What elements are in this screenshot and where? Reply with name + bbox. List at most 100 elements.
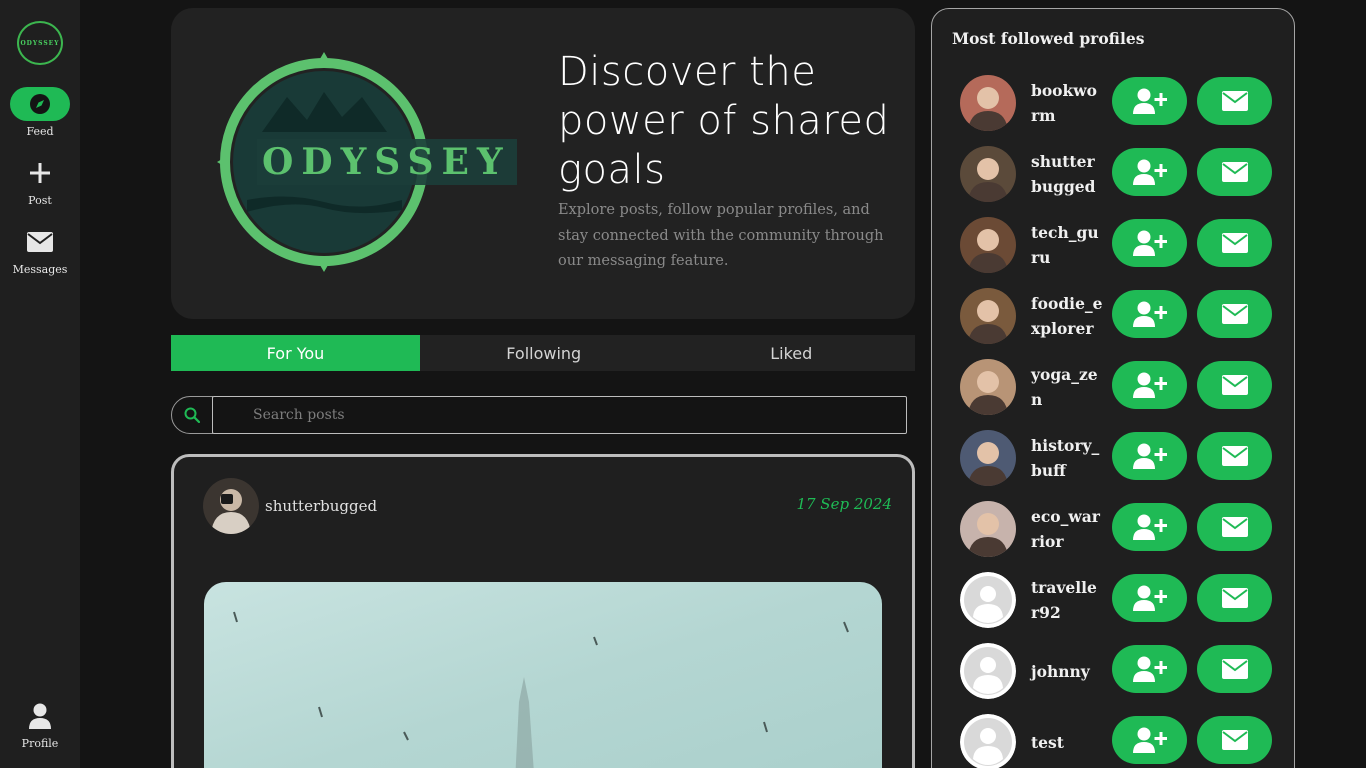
avatar[interactable] [960,75,1016,131]
follow-button[interactable] [1112,290,1187,338]
most-followed-panel: Most followed profiles bookworm shutterbu… [931,8,1295,768]
message-button[interactable] [1197,290,1272,338]
tab-liked[interactable]: Liked [668,335,916,371]
avatar[interactable] [203,478,259,534]
profile-row: traveller92 [960,572,1280,628]
envelope-icon [1221,517,1248,537]
envelope-icon [1221,304,1248,324]
message-button[interactable] [1197,716,1272,764]
follow-button[interactable] [1112,432,1187,480]
message-button[interactable] [1197,645,1272,693]
profile-row: johnny [960,643,1280,699]
message-button[interactable] [1197,148,1272,196]
follow-button[interactable] [1112,503,1187,551]
profile-name[interactable]: foodie_explorer [1031,288,1105,344]
profile-name[interactable]: bookworm [1031,75,1105,131]
profile-name[interactable]: johnny [1031,643,1105,699]
envelope-icon [27,232,53,252]
message-button[interactable] [1197,219,1272,267]
user-plus-icon [1132,727,1167,753]
user-plus-icon [1132,443,1167,469]
sidebar-item-post[interactable]: Post [0,156,80,207]
avatar[interactable] [960,146,1016,202]
profile-name[interactable]: history_buff [1031,430,1105,486]
post-date: 17 Sep 2024 [796,495,892,513]
sidebar-item-label: Messages [12,263,68,276]
user-plus-icon [1132,514,1167,540]
profile-name[interactable]: traveller92 [1031,572,1105,628]
message-button[interactable] [1197,574,1272,622]
sidebar-nav: ODYSSEY Feed Post Messages Profile [0,0,80,768]
envelope-icon [1221,588,1248,608]
envelope-icon [1221,659,1248,679]
profile-name[interactable]: eco_warrior [1031,501,1105,557]
hero-banner: ODYSSEY Discover the power of shared goa… [171,8,915,319]
sidebar-item-label: Post [28,194,52,207]
profile-row: foodie_explorer [960,288,1280,344]
tab-for-you[interactable]: For You [171,335,420,371]
user-plus-icon [1132,159,1167,185]
message-button[interactable] [1197,361,1272,409]
search-input[interactable] [212,396,907,434]
user-plus-icon [1132,372,1167,398]
message-button[interactable] [1197,432,1272,480]
profile-row: bookworm [960,75,1280,131]
message-button[interactable] [1197,77,1272,125]
plus-icon [30,163,50,183]
avatar[interactable] [960,643,1016,699]
user-plus-icon [1132,230,1167,256]
panel-title: Most followed profiles [952,29,1145,48]
post-username[interactable]: shutterbugged [265,497,377,515]
profile-row: tech_guru [960,217,1280,273]
avatar[interactable] [960,430,1016,486]
sidebar-item-feed[interactable]: Feed [0,87,80,138]
profile-row: test [960,714,1280,768]
sidebar-item-label: Profile [21,737,59,750]
avatar[interactable] [960,714,1016,768]
profile-name[interactable]: test [1031,714,1105,768]
message-button[interactable] [1197,503,1272,551]
profile-row: yoga_zen [960,359,1280,415]
envelope-icon [1221,375,1248,395]
hero-title: Discover the power of shared goals [558,49,890,193]
sidebar-item-profile[interactable]: Profile [0,699,80,750]
envelope-icon [1221,91,1248,111]
avatar[interactable] [960,217,1016,273]
envelope-icon [1221,162,1248,182]
follow-button[interactable] [1112,219,1187,267]
envelope-icon [1221,446,1248,466]
follow-button[interactable] [1112,716,1187,764]
follow-button[interactable] [1112,361,1187,409]
profile-name[interactable]: yoga_zen [1031,359,1105,415]
profile-row: eco_warrior [960,501,1280,557]
sidebar-item-label: Feed [26,125,54,138]
user-plus-icon [1132,301,1167,327]
odyssey-logo: ODYSSEY [217,52,517,272]
logo-text: ODYSSEY [20,39,60,47]
envelope-icon [1221,233,1248,253]
follow-button[interactable] [1112,574,1187,622]
search-icon [184,407,200,423]
follow-button[interactable] [1112,645,1187,693]
user-icon [29,703,51,729]
profile-name[interactable]: shutterbugged [1031,146,1105,202]
post-card[interactable]: shutterbugged 17 Sep 2024 [171,454,915,768]
sidebar-item-messages[interactable]: Messages [0,225,80,276]
avatar[interactable] [960,288,1016,344]
search-button[interactable] [171,396,213,434]
envelope-icon [1221,730,1248,750]
avatar[interactable] [960,572,1016,628]
post-image[interactable] [204,582,882,768]
user-plus-icon [1132,585,1167,611]
hero-logo-text: ODYSSEY [262,141,511,183]
user-plus-icon [1132,88,1167,114]
app-logo[interactable]: ODYSSEY [17,21,63,65]
profile-name[interactable]: tech_guru [1031,217,1105,273]
compass-icon [30,94,50,114]
avatar[interactable] [960,359,1016,415]
avatar[interactable] [960,501,1016,557]
tab-following[interactable]: Following [420,335,668,371]
follow-button[interactable] [1112,77,1187,125]
follow-button[interactable] [1112,148,1187,196]
profile-row: shutterbugged [960,146,1280,202]
